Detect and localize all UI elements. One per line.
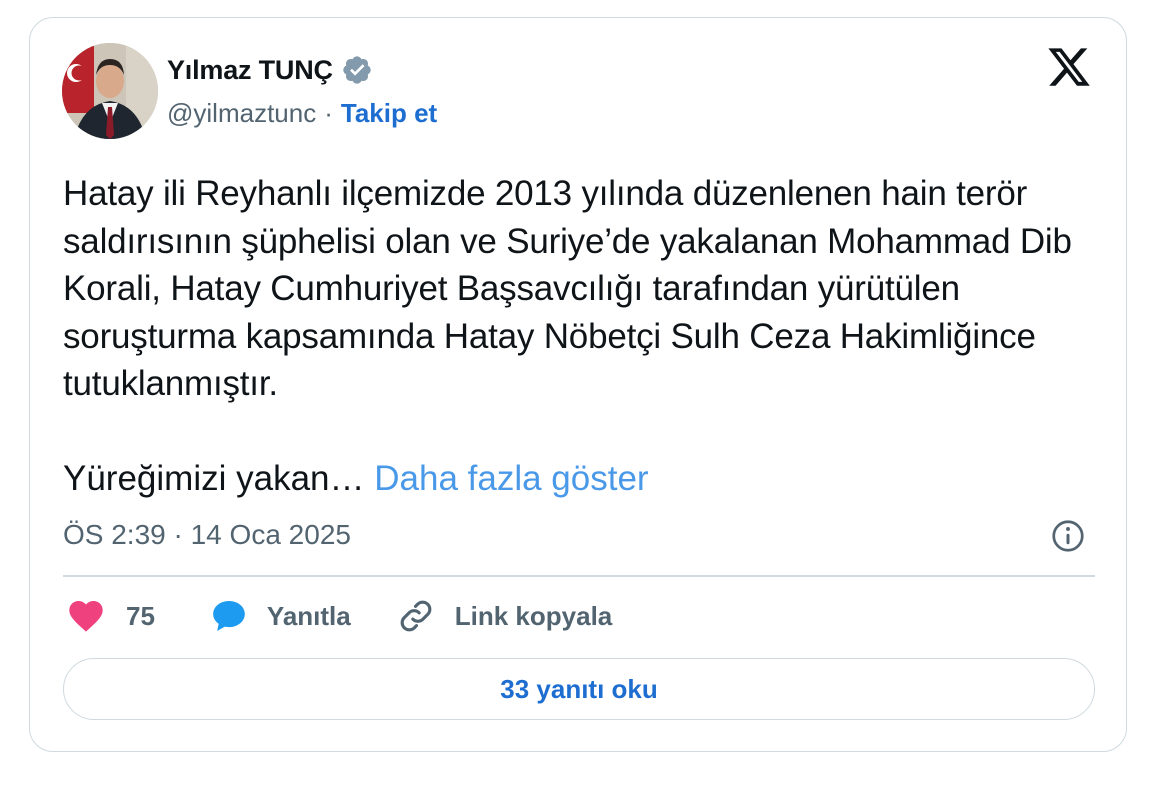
tweet-continuation: Yüreğimizi yakan… Daha fazla göster xyxy=(63,455,649,503)
tweet-timestamp[interactable]: ÖS 2:39 · 14 Oca 2025 xyxy=(63,519,351,551)
heart-icon xyxy=(69,601,103,632)
info-icon[interactable] xyxy=(1050,518,1086,554)
tweet-card: Yılmaz TUNÇ @yilmaztunc · Takip et Hatay… xyxy=(29,17,1127,752)
action-bar: 75 Yanıtla Link kopyala xyxy=(66,596,612,636)
reply-button[interactable]: Yanıtla xyxy=(209,596,351,636)
show-more-link[interactable]: Daha fazla göster xyxy=(374,459,648,498)
copy-link-button[interactable]: Link kopyala xyxy=(397,597,613,635)
divider xyxy=(63,575,1095,577)
avatar-photo-icon xyxy=(62,43,158,139)
copy-link-label: Link kopyala xyxy=(454,600,613,631)
read-replies-label: 33 yanıtı oku xyxy=(500,673,658,704)
like-button[interactable]: 75 xyxy=(66,596,155,636)
reply-label: Yanıtla xyxy=(266,600,351,631)
verified-badge-icon xyxy=(343,56,371,84)
tweet-text: Hatay ili Reyhanlı ilçemizde 2013 yılınd… xyxy=(63,174,1072,403)
read-replies-button[interactable]: 33 yanıtı oku xyxy=(63,658,1095,720)
author-handle[interactable]: @yilmaztunc xyxy=(167,98,316,129)
link-icon xyxy=(400,600,432,632)
author-name[interactable]: Yılmaz TUNÇ xyxy=(167,55,333,86)
reply-bubble-icon xyxy=(213,601,245,631)
like-count: 75 xyxy=(126,600,155,631)
author-name-row: Yılmaz TUNÇ xyxy=(167,54,373,86)
avatar[interactable] xyxy=(62,43,158,139)
follow-button[interactable]: Takip et xyxy=(341,98,437,129)
separator-dot: · xyxy=(324,98,333,128)
truncated-text: Yüreğimizi yakan… xyxy=(63,459,365,498)
x-logo-icon[interactable] xyxy=(1046,44,1092,90)
author-handle-row: @yilmaztunc · Takip et xyxy=(167,98,437,129)
